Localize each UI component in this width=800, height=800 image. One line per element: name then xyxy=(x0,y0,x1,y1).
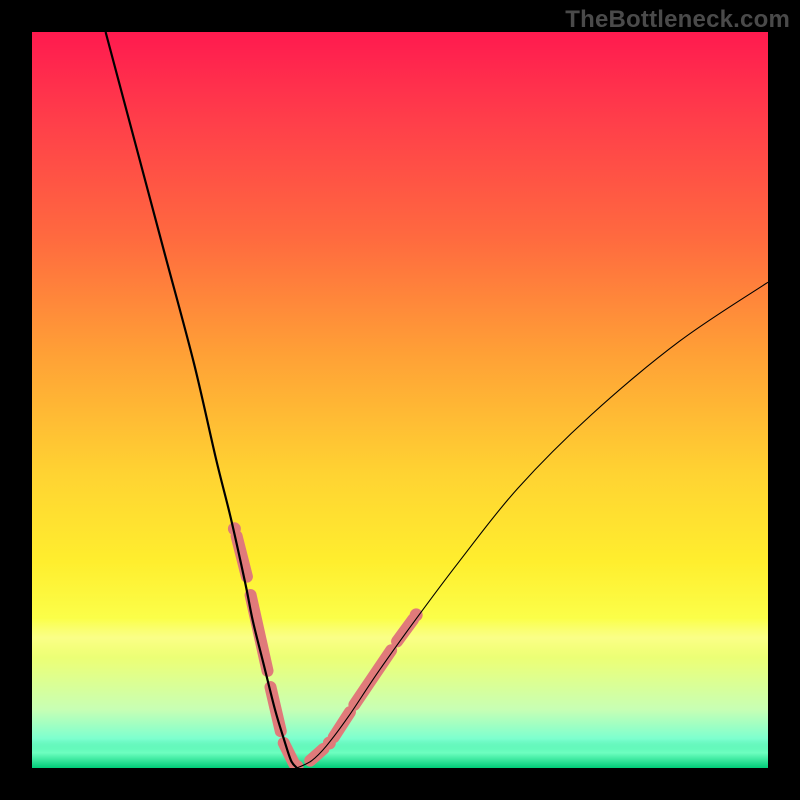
marker-segment xyxy=(397,619,413,641)
plot-area xyxy=(32,32,768,768)
marker-segment xyxy=(354,650,391,704)
marker-segment xyxy=(251,595,268,671)
marker-group-left xyxy=(237,536,294,763)
watermark-text: TheBottleneck.com xyxy=(565,6,790,34)
marker-segment xyxy=(310,749,323,761)
chart-frame: TheBottleneck.com xyxy=(0,0,800,800)
curve-layer xyxy=(32,32,768,768)
